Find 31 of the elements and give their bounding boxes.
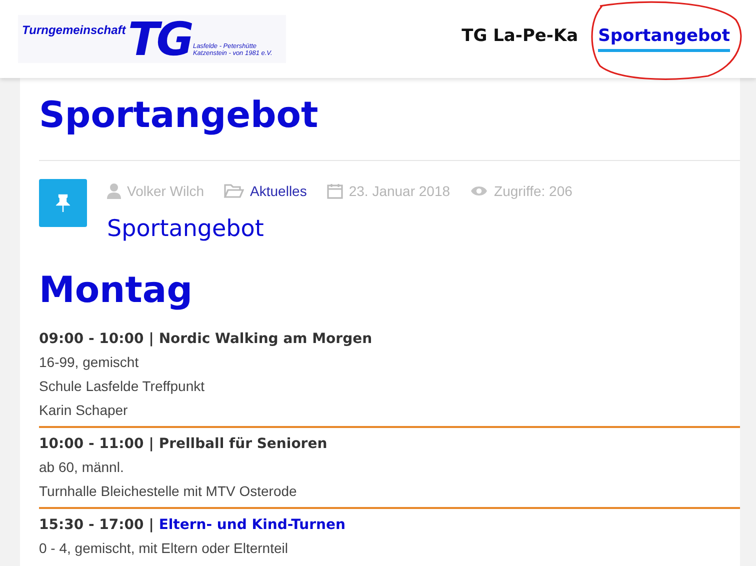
course-time: 15:30 - 17:00 bbox=[39, 516, 144, 535]
course-time: 10:00 - 11:00 bbox=[39, 435, 144, 454]
course-detail: ab 60, männl. bbox=[39, 458, 125, 477]
pin-icon bbox=[39, 179, 87, 227]
course-name: Nordic Walking am Morgen bbox=[158, 330, 372, 349]
category-link[interactable]: Aktuelles bbox=[250, 183, 307, 199]
hits-count: Zugriffe: 206 bbox=[494, 183, 572, 199]
course-name: Prellball für Senioren bbox=[158, 435, 328, 454]
date: 23. Januar 2018 bbox=[348, 183, 450, 199]
day-heading: Montag bbox=[39, 269, 194, 313]
article-title: Sportangebot bbox=[39, 94, 320, 138]
separator: | bbox=[148, 330, 154, 349]
user-icon bbox=[107, 183, 121, 199]
separator: | bbox=[148, 516, 154, 535]
nav-link[interactable]: Sportangebot bbox=[598, 26, 730, 52]
author: Volker Wilch bbox=[127, 183, 204, 199]
logo-initials: TG bbox=[128, 16, 191, 62]
logo-name: Turngemeinschaft bbox=[22, 23, 126, 37]
article-subtitle: Sportangebot bbox=[107, 215, 265, 244]
course-time: 09:00 - 10:00 bbox=[39, 330, 144, 349]
eye-icon bbox=[470, 185, 488, 197]
separator: | bbox=[148, 435, 154, 454]
course-detail: 0 - 4, gemischt, mit Eltern oder Elternteil bbox=[39, 539, 289, 558]
course-detail: 16-99, gemischt bbox=[39, 353, 140, 372]
course-detail: Karin Schaper bbox=[39, 401, 129, 420]
folder-icon bbox=[224, 183, 244, 199]
course-detail: Turnhalle Bleichestelle mit MTV Osterode bbox=[39, 482, 298, 501]
course-link[interactable]: Eltern- und Kind-Turnen bbox=[158, 514, 346, 536]
nav-link[interactable]: TG La-Pe-Ka bbox=[462, 26, 578, 52]
course-detail: Schule Lasfelde Treffpunkt bbox=[39, 377, 206, 396]
calendar-icon bbox=[326, 183, 343, 199]
